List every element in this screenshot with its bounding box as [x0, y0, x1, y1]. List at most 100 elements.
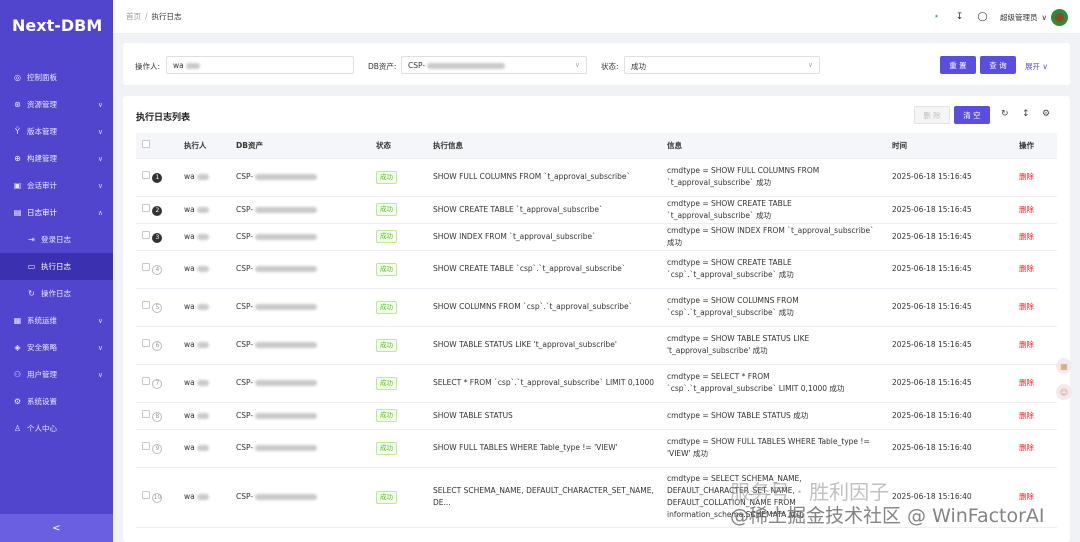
- operator-label: 操作人:: [135, 62, 161, 71]
- sidebar-subitem[interactable]: ▭ 执行日志: [0, 253, 113, 280]
- exec-info-cell: SHOW FULL TABLES WHERE Table_type != 'VI…: [427, 429, 661, 468]
- sidebar-subitem[interactable]: ⇥ 登录日志: [0, 226, 113, 253]
- reset-button[interactable]: 重 置: [940, 56, 976, 74]
- table-row[interactable]: 5 wa CSP- 成功 SHOW COLUMNS FROM `csp`.`t_appr…: [136, 288, 1057, 327]
- executor-cell: wa: [178, 326, 230, 365]
- chevron-up-icon: ∧: [97, 208, 103, 217]
- column-header[interactable]: 信息: [661, 133, 886, 159]
- db-asset-select[interactable]: CSP- ∨: [401, 56, 587, 74]
- sidebar-subitem-label: 执行日志: [41, 262, 71, 271]
- refresh-icon[interactable]: ↻: [1001, 109, 1009, 119]
- delete-row-link[interactable]: 删除: [1019, 232, 1034, 241]
- row-checkbox[interactable]: [142, 491, 150, 499]
- search-button[interactable]: 查 询: [980, 56, 1016, 74]
- settings-icon[interactable]: ⚙: [1042, 109, 1050, 119]
- assistant-icon[interactable]: ☺: [1056, 384, 1072, 400]
- row-checkbox[interactable]: [142, 339, 150, 347]
- table-row[interactable]: 1 wa CSP- 成功 SHOW FULL COLUMNS FROM `t_appro…: [136, 158, 1057, 197]
- operation-log-icon: ↻: [28, 289, 35, 298]
- delete-row-link[interactable]: 删除: [1019, 205, 1034, 214]
- status-badge: 成功: [376, 441, 397, 455]
- chevron-down-icon: ∨: [97, 181, 103, 190]
- table-row[interactable]: 3 wa CSP- 成功 SHOW INDEX FROM `t_approval_sub…: [136, 223, 1057, 251]
- column-header[interactable]: 时间: [886, 133, 1013, 159]
- clear-button[interactable]: 清 空: [954, 106, 990, 124]
- delete-button[interactable]: 删 除: [914, 106, 950, 124]
- floating-tools: ▦ ☺: [1056, 358, 1072, 400]
- sidebar-subitem-label: 操作日志: [41, 289, 71, 298]
- version-icon: Ŷ: [15, 127, 20, 136]
- column-header[interactable]: 执行人: [178, 133, 230, 159]
- table-row[interactable]: 6 wa CSP- 成功 SHOW TABLE STATUS LIKE 't_appro…: [136, 326, 1057, 365]
- delete-row-link[interactable]: 删除: [1019, 492, 1034, 501]
- row-checkbox[interactable]: [142, 442, 150, 450]
- status-badge: 成功: [376, 230, 397, 243]
- row-checkbox[interactable]: [142, 171, 150, 179]
- row-checkbox[interactable]: [142, 301, 150, 309]
- select-all-checkbox[interactable]: [142, 140, 150, 149]
- network-icon[interactable]: ⋆: [931, 12, 942, 22]
- column-header[interactable]: DB资产: [230, 133, 370, 159]
- column-header[interactable]: 执行信息: [427, 133, 661, 159]
- resource-icon: ⊛: [14, 100, 21, 109]
- table-row[interactable]: 2 wa CSP- 成功 SHOW CREATE TABLE `t_approval_s…: [136, 196, 1057, 224]
- sidebar-subitem[interactable]: ↻ 操作日志: [0, 280, 113, 307]
- table-row[interactable]: 7 wa CSP- 成功 SELECT * FROM `csp`.`t_approval…: [136, 364, 1057, 403]
- sidebar-item[interactable]: ▤ 日志审计 ∧: [0, 199, 113, 226]
- action-cell: 删除: [1013, 402, 1057, 430]
- row-checkbox[interactable]: [142, 377, 150, 385]
- delete-row-link[interactable]: 删除: [1019, 172, 1034, 181]
- sidebar-item[interactable]: ⊛ 资源管理 ∨: [0, 91, 113, 118]
- profile-icon: ♙: [13, 424, 22, 433]
- row-index: 4: [152, 265, 163, 275]
- column-header[interactable]: 状态: [370, 133, 427, 159]
- header-actions: ⋆ ↧ ◯ 超级管理员 ∨: [931, 0, 1068, 34]
- sidebar-collapse-button[interactable]: <: [0, 514, 113, 542]
- operator-input[interactable]: wa: [166, 56, 354, 74]
- row-checkbox[interactable]: [142, 409, 150, 418]
- sidebar-item[interactable]: ♙ 个人中心: [0, 415, 113, 442]
- row-select-cell: 10: [136, 467, 178, 528]
- table-row[interactable]: 8 wa CSP- 成功 SHOW TABLE STATUS cmdtype = SHOW…: [136, 402, 1057, 430]
- delete-row-link[interactable]: 删除: [1019, 411, 1034, 420]
- sidebar-item[interactable]: ▣ 会话审计 ∨: [0, 172, 113, 199]
- status-select[interactable]: 成功 ∨: [624, 56, 820, 74]
- db-asset-cell: CSP-: [230, 223, 370, 251]
- delete-row-link[interactable]: 删除: [1019, 378, 1034, 387]
- action-cell: 删除: [1013, 288, 1057, 327]
- exec-info-cell: SHOW TABLE STATUS: [427, 402, 661, 430]
- build-icon: ⊕: [14, 154, 21, 163]
- sidebar-item[interactable]: ◎ 控制面板: [0, 64, 113, 91]
- breadcrumb-home[interactable]: 首页: [126, 11, 141, 22]
- globe-icon[interactable]: ◯: [977, 12, 988, 22]
- column-header[interactable]: 操作: [1013, 133, 1057, 159]
- sidebar-item[interactable]: ◈ 安全策略 ∨: [0, 334, 113, 361]
- table-row[interactable]: 4 wa CSP- 成功 SHOW CREATE TABLE `csp`.`t_appr…: [136, 250, 1057, 289]
- row-checkbox[interactable]: [142, 230, 150, 239]
- user-menu[interactable]: 超级管理员 ∨: [1000, 8, 1068, 26]
- db-asset-cell: CSP-: [230, 467, 370, 528]
- row-index: 1: [152, 173, 163, 183]
- sidebar-item[interactable]: ⊕ 构建管理 ∨: [0, 145, 113, 172]
- sidebar-item[interactable]: Ŷ 版本管理 ∨: [0, 118, 113, 145]
- download-icon[interactable]: ↧: [954, 12, 965, 22]
- sidebar-item-label: 个人中心: [27, 424, 57, 433]
- delete-row-link[interactable]: 删除: [1019, 340, 1034, 349]
- grid-icon[interactable]: ▦: [1056, 358, 1072, 374]
- expand-button[interactable]: 展开 ∨: [1025, 61, 1048, 72]
- column-height-icon[interactable]: ↕: [1022, 109, 1030, 119]
- row-checkbox[interactable]: [142, 203, 150, 212]
- delete-row-link[interactable]: 删除: [1019, 443, 1034, 452]
- avatar[interactable]: [1051, 8, 1068, 26]
- sidebar-item[interactable]: ▦ 系统运维 ∨: [0, 307, 113, 334]
- action-cell: 删除: [1013, 196, 1057, 224]
- sidebar-subitem-label: 登录日志: [41, 235, 71, 244]
- table-row[interactable]: 9 wa CSP- 成功 SHOW FULL TABLES WHERE Table_ty…: [136, 429, 1057, 468]
- info-cell: cmdtype = SHOW CREATE TABLE `t_approval_…: [661, 196, 886, 224]
- sidebar-item[interactable]: ⚙ 系统设置: [0, 388, 113, 415]
- row-checkbox[interactable]: [142, 263, 150, 271]
- delete-row-link[interactable]: 删除: [1019, 264, 1034, 273]
- sidebar-item[interactable]: ⚇ 用户管理 ∨: [0, 361, 113, 388]
- delete-row-link[interactable]: 删除: [1019, 302, 1034, 311]
- table-row[interactable]: 10 wa CSP- 成功 SELECT SCHEMA_NAME, DEFAULT_CH…: [136, 467, 1057, 528]
